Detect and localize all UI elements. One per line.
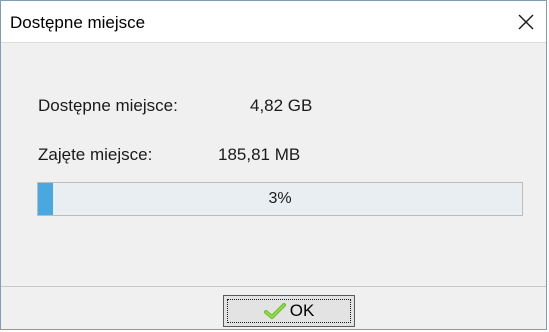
- ok-button-content: OK: [263, 301, 315, 321]
- dialog-content: Dostępne miejsce: 4,82 GB Zajęte miejsce…: [1, 43, 546, 286]
- available-space-value: 4,82 GB: [250, 96, 313, 115]
- dialog-footer: OK: [1, 286, 546, 329]
- usage-progress-bar: 3%: [37, 182, 523, 216]
- close-button[interactable]: [506, 1, 546, 43]
- used-space-label: Zajęte miejsce:: [38, 145, 153, 164]
- ok-button-label: OK: [289, 301, 315, 320]
- title-bar: Dostępne miejsce: [1, 1, 546, 43]
- used-space-row: Zajęte miejsce: 185,81 MB: [38, 145, 300, 165]
- close-icon: [518, 14, 534, 30]
- dialog-window: Dostępne miejsce Dostępne miejsce: 4,82 …: [0, 0, 547, 330]
- checkmark-icon: [263, 302, 286, 320]
- used-space-value: 185,81 MB: [218, 145, 301, 164]
- ok-button[interactable]: OK: [223, 295, 355, 327]
- available-space-row: Dostępne miejsce: 4,82 GB: [38, 96, 312, 116]
- usage-progress-text: 3%: [268, 190, 292, 207]
- window-title: Dostępne miejsce: [10, 13, 146, 32]
- available-space-label: Dostępne miejsce:: [38, 96, 178, 115]
